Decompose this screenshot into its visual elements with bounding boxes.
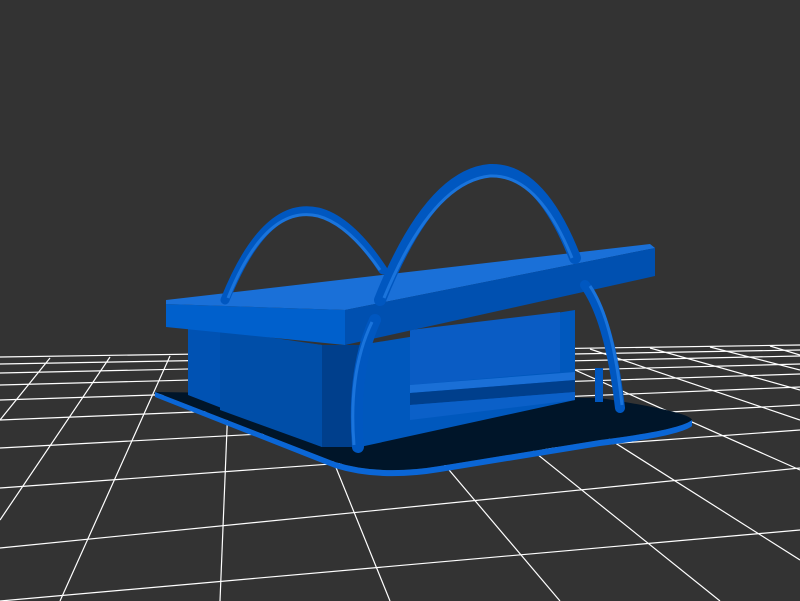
3d-viewport[interactable]	[0, 0, 800, 601]
building-model[interactable]	[155, 164, 692, 477]
support-post	[595, 368, 603, 402]
3d-scene[interactable]	[0, 0, 800, 601]
